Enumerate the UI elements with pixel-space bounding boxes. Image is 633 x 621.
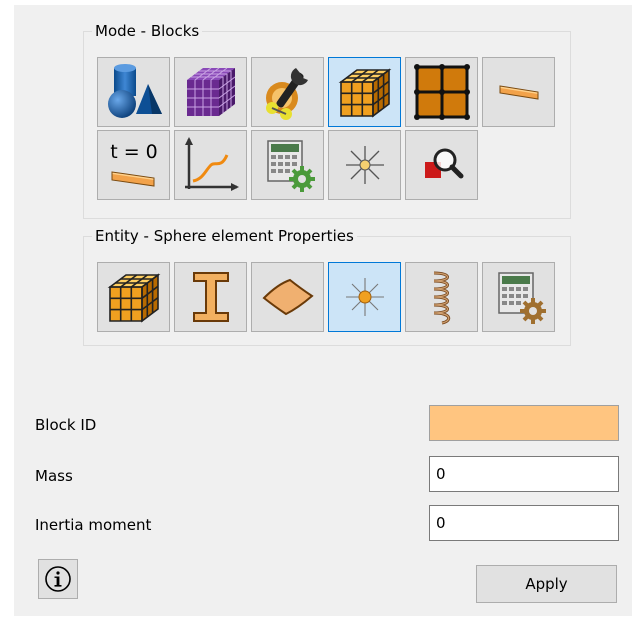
beam-section-icon [499, 85, 538, 100]
grid-faces-button[interactable] [405, 57, 478, 127]
inertia-moment-field[interactable] [429, 505, 619, 541]
solid-block-icon [107, 273, 160, 323]
spring-coil-icon [433, 271, 450, 325]
calculator-settings-icon [497, 272, 546, 324]
geometry-icon [107, 64, 162, 118]
block-id-label: Block ID [35, 416, 97, 434]
blocks-cube-icon [338, 68, 391, 118]
mass-label: Mass [35, 467, 73, 485]
settings-tools-icon [265, 68, 308, 120]
blocks-button[interactable] [328, 57, 401, 127]
shell-plate-icon [262, 278, 314, 316]
apply-button[interactable]: Apply [476, 565, 617, 603]
calculator-settings-button[interactable] [251, 130, 324, 200]
settings-tools-button[interactable] [251, 57, 324, 127]
mesh-cube-icon [186, 67, 235, 116]
beam-button[interactable] [174, 262, 247, 332]
initial-condition-icon: t = 0 [110, 141, 158, 187]
calculator-settings-entity-button[interactable] [482, 262, 555, 332]
beam-ibeam-icon [192, 272, 229, 322]
grid-faces-icon [413, 64, 470, 120]
properties-panel: Mode - Blocks t = 0 Entity - Sphere elem… [14, 5, 632, 616]
geometry-button[interactable] [97, 57, 170, 127]
inspect-magnifier-icon [424, 148, 463, 179]
entity-group-title: Entity - Sphere element Properties [92, 226, 357, 246]
mass-field[interactable] [429, 456, 619, 492]
inspect-button[interactable] [405, 130, 478, 200]
solid-block-button[interactable] [97, 262, 170, 332]
mode-group-title: Mode - Blocks [92, 21, 203, 41]
svg-text:t = 0: t = 0 [110, 141, 158, 163]
beam-section-button[interactable] [482, 57, 555, 127]
info-button[interactable] [38, 559, 78, 599]
block-id-field[interactable] [429, 405, 619, 441]
inertia-moment-label: Inertia moment [35, 516, 152, 534]
sphere-element-icon [345, 146, 384, 184]
curve-graph-icon [184, 137, 239, 191]
spring-button[interactable] [405, 262, 478, 332]
initial-condition-button[interactable]: t = 0 [97, 130, 170, 200]
curve-graph-button[interactable] [174, 130, 247, 200]
calculator-settings-icon [266, 140, 315, 192]
sphere-element-entity-button[interactable] [328, 262, 401, 332]
info-icon [45, 566, 71, 592]
mesh-button[interactable] [174, 57, 247, 127]
sphere-element-icon [345, 278, 384, 316]
sphere-element-button[interactable] [328, 130, 401, 200]
shell-button[interactable] [251, 262, 324, 332]
